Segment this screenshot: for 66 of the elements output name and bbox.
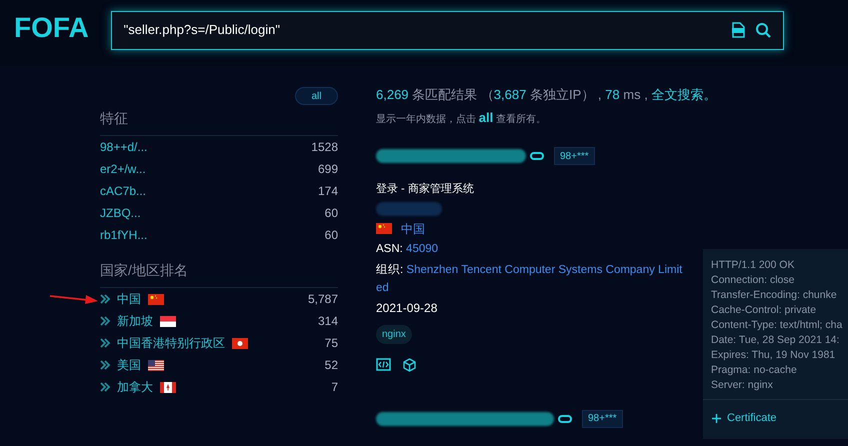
- chevron-icon: [100, 294, 111, 304]
- feature-link[interactable]: er2+/w...: [100, 160, 146, 178]
- count: 314: [318, 313, 338, 330]
- count: 699: [318, 161, 338, 178]
- arrow-drawing: [50, 293, 98, 305]
- fulltext-link[interactable]: 全文搜索。: [651, 87, 716, 102]
- count: 5,787: [308, 291, 338, 308]
- flag-icon: [376, 223, 392, 234]
- code-icon[interactable]: [376, 358, 391, 371]
- header-line: Date: Tue, 28 Sep 2021 14:: [711, 333, 840, 348]
- country-link[interactable]: 加拿大: [117, 378, 153, 396]
- chevron-icon: [100, 316, 111, 326]
- header-line: Connection: close: [711, 273, 794, 288]
- feature-link[interactable]: rb1fYH...: [100, 226, 148, 244]
- search-icon[interactable]: [755, 22, 771, 38]
- header-line: Content-Type: text/html; cha: [711, 318, 842, 333]
- section-title: 国家/地区排名: [100, 260, 338, 288]
- flag-icon: [148, 360, 164, 370]
- image-file-icon[interactable]: [731, 22, 745, 38]
- result-title: 登录 - 商家管理系统: [376, 182, 474, 197]
- link-icon[interactable]: [530, 152, 544, 160]
- chevron-icon: [100, 360, 111, 370]
- all-button[interactable]: all: [295, 87, 338, 105]
- header-line: Expires: Thu, 19 Nov 1981: [711, 348, 836, 363]
- result-summary: 6,269 条匹配结果 （3,687 条独立IP） , 78 ms , 全文搜索。: [376, 86, 718, 104]
- ip-badge: 98+***: [554, 147, 595, 165]
- logo: FOFA: [14, 13, 89, 43]
- country-link[interactable]: 新加坡: [117, 312, 153, 330]
- count: 60: [324, 205, 338, 222]
- chevron-icon: [100, 382, 111, 392]
- feature-link[interactable]: 98++d/...: [100, 138, 148, 156]
- country-link[interactable]: 中国香港特别行政区: [117, 334, 225, 352]
- date-text: 2021-09-28: [376, 300, 438, 317]
- count: 52: [324, 357, 338, 374]
- header-line: Transfer-Encoding: chunke: [711, 288, 837, 303]
- flag-icon: [232, 338, 248, 348]
- asn-text: ASN: 45090: [376, 242, 438, 256]
- header-line: Cache-Control: private: [711, 303, 816, 318]
- country-link[interactable]: 中国: [117, 290, 141, 308]
- country-link[interactable]: 中国: [401, 220, 425, 238]
- flag-icon: [148, 294, 164, 304]
- flag-icon: [160, 316, 176, 326]
- ip-badge: 98+***: [582, 410, 623, 428]
- chevron-icon: [100, 338, 111, 348]
- tag[interactable]: nginx: [376, 324, 412, 344]
- country-link[interactable]: 美国: [117, 356, 141, 374]
- header-line: HTTP/1.1 200 OK: [711, 258, 794, 273]
- feature-link[interactable]: JZBQ...: [100, 204, 141, 222]
- search-field[interactable]: "seller.php?s=/Public/login": [110, 10, 784, 50]
- hint-text: 显示一年内数据，点击 all 查看所有。: [376, 108, 548, 126]
- plus-icon: [712, 414, 721, 423]
- header-line: Server: nginx: [711, 378, 773, 393]
- count: 1528: [311, 139, 338, 156]
- count: 7: [331, 379, 338, 396]
- certificate-button[interactable]: Certificate: [703, 410, 786, 426]
- org-text: 组织: Shenzhen Tencent Computer Systems Company Limited: [376, 262, 684, 296]
- header-line: Pragma: no-cache: [711, 363, 797, 378]
- feature-link[interactable]: cAC7b...: [100, 182, 146, 200]
- count: 75: [324, 335, 338, 352]
- count: 60: [324, 227, 338, 244]
- link-icon[interactable]: [558, 414, 572, 423]
- section-title: 特征: [100, 108, 338, 136]
- flag-icon: [160, 382, 176, 392]
- redacted-bar: [376, 202, 442, 216]
- count: 174: [318, 183, 338, 200]
- cube-icon[interactable]: [403, 358, 416, 372]
